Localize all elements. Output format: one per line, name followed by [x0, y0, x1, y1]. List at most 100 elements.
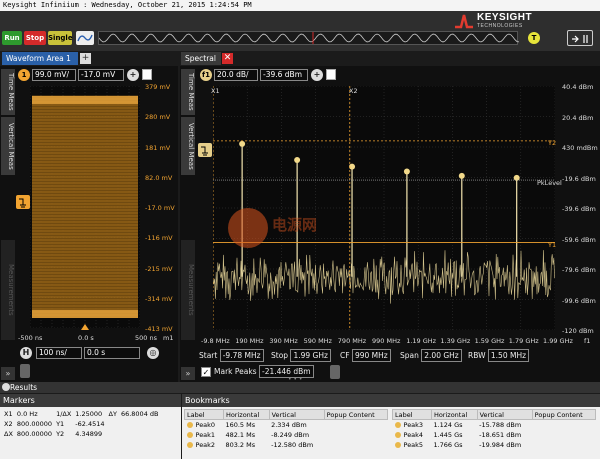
bookmark-cell	[324, 430, 387, 440]
bookmark-row[interactable]: Peak5 1.766 Gs -19.984 dBm	[393, 440, 596, 450]
spectral-side-tab-vertical-meas[interactable]: Vertical Meas	[181, 117, 195, 175]
bookmark-row[interactable]: Peak1 482.1 Ms -8.249 dBm	[185, 430, 388, 440]
cf-label: CF	[340, 351, 350, 360]
autoscale-icon	[77, 34, 93, 42]
mark-peaks-value[interactable]: -21.446 dBm	[259, 365, 314, 378]
mark-peaks-checkbox[interactable]: ✓	[201, 367, 211, 377]
horizontal-icon[interactable]: H	[20, 347, 32, 359]
span-control[interactable]: Span 2.00 GHz	[400, 349, 462, 362]
spectral-side-tab-time-meas[interactable]: Time Meas	[181, 69, 195, 115]
bookmark-column-header[interactable]: Vertical	[476, 409, 533, 420]
tab-waveform-area[interactable]: Waveform Area 1	[2, 52, 78, 65]
spectral-y-tick: -79.6 dBm	[562, 266, 596, 274]
horizontal-scale-field[interactable]: 100 ns/	[36, 347, 82, 359]
touch-icon	[572, 35, 588, 43]
spectrum-peak-dot[interactable]	[294, 157, 301, 164]
rbw-value[interactable]: 1.50 MHz	[487, 349, 530, 362]
bookmark-column-header[interactable]: Popup Content	[531, 409, 597, 420]
trigger-point-marker[interactable]	[81, 324, 89, 330]
bookmark-cell: Peak0	[185, 420, 224, 430]
spectral-x-tick: 1.59 GHz	[474, 337, 505, 345]
spectral-knob-icon[interactable]	[330, 365, 340, 379]
markers-table: X1 0.0 Hz 1/ΔX 1.25000 ΔY 66.8004 dB X2 800.000…	[2, 409, 160, 439]
start-value[interactable]: -9.78 MHz	[219, 349, 264, 362]
zoom-icon[interactable]: ◎	[147, 347, 159, 359]
span-label: Span	[400, 351, 419, 360]
spectral-x-tick: 790 MHz	[337, 337, 367, 345]
bookmark-row[interactable]: Peak3 1.124 Gs -15.788 dBm	[393, 420, 596, 430]
bookmark-column-header[interactable]: Horizontal	[430, 409, 478, 420]
expand-left-button[interactable]: »	[1, 367, 15, 380]
spectral-x-tick: 190 MHz	[235, 337, 264, 345]
horizontal-delay-field[interactable]: 0.0 s	[84, 347, 140, 359]
bookmark-column-header[interactable]: Horizontal	[222, 409, 270, 420]
side-tab-time-meas[interactable]: Time Meas	[1, 69, 15, 115]
start-control[interactable]: Start -9.78 MHz	[199, 349, 264, 362]
tab-spectral[interactable]: Spectral	[181, 52, 221, 65]
spectral-side-tab-measurements[interactable]: Measurements	[181, 240, 195, 340]
touch-toggle-button[interactable]	[567, 30, 593, 46]
brand-logo: KEYSIGHT TECHNOLOGIES	[455, 12, 575, 32]
bookmark-cell: 803.2 Ms	[225, 440, 256, 449]
bookmark-column-header[interactable]: Label	[184, 409, 224, 420]
bookmark-column-header[interactable]: Popup Content	[323, 409, 389, 420]
marker-cell	[119, 429, 161, 439]
bookmark-row[interactable]: Peak0 160.5 Ms 2.334 dBm	[185, 420, 388, 430]
bookmark-dot-icon	[186, 431, 193, 438]
spectrum-peak-dot[interactable]	[513, 174, 520, 181]
autoscale-button[interactable]	[76, 31, 94, 45]
channel-ground-marker[interactable]	[16, 195, 30, 209]
stop-control[interactable]: Stop 1.99 GHz	[271, 349, 331, 362]
acquisition-ribbon[interactable]	[98, 31, 520, 45]
waveform-offset-field[interactable]: -17.0 mV	[78, 69, 124, 81]
spectrum-plot[interactable]	[213, 86, 555, 330]
spectrum-peak-dot[interactable]	[403, 168, 410, 175]
function-ground-marker[interactable]	[198, 143, 212, 157]
start-label: Start	[199, 351, 218, 360]
expand-spectral-button[interactable]: »	[181, 367, 195, 380]
keysight-wave-icon	[455, 14, 473, 29]
trigger-icon[interactable]: T	[528, 32, 540, 44]
bookmark-row[interactable]: Peak4 1.445 Gs -18.651 dBm	[393, 430, 596, 440]
function-1-icon[interactable]: f1	[200, 69, 212, 81]
spectral-add-button[interactable]: +	[311, 69, 323, 81]
bookmark-column-header[interactable]: Label	[392, 409, 432, 420]
bookmark-label: Peak5	[403, 440, 424, 449]
single-button[interactable]: Single	[48, 31, 73, 45]
spectrum-peak-dot[interactable]	[458, 172, 465, 179]
side-tab-measurements[interactable]: Measurements	[1, 240, 15, 340]
left-knob-icon[interactable]	[20, 364, 30, 378]
watermark-text: 电源网	[272, 216, 318, 234]
brand-sub: TECHNOLOGIES	[477, 23, 523, 29]
cf-control[interactable]: CF 990 MHz	[340, 349, 391, 362]
stop-label: Stop	[271, 351, 289, 360]
stop-button[interactable]: Stop	[24, 31, 46, 45]
run-button[interactable]: Run	[2, 31, 22, 45]
marker-cell: ΔX	[4, 430, 13, 438]
rbw-control[interactable]: RBW 1.50 MHz	[468, 349, 530, 362]
spectral-offset-field[interactable]: -39.6 dBm	[260, 69, 308, 81]
spectral-menu-icon[interactable]	[326, 69, 336, 80]
channel-1-icon[interactable]: 1	[18, 69, 30, 81]
bookmark-column-header[interactable]: Vertical	[268, 409, 325, 420]
waveform-scale-field[interactable]: 99.0 mV/	[32, 69, 76, 81]
waveform-y-tick: 379 mV	[145, 83, 171, 91]
marker-cell: 800.00000	[16, 420, 53, 428]
rbw-label: RBW	[468, 351, 486, 360]
spectrum-peak-dot[interactable]	[239, 140, 246, 147]
results-header[interactable]: Results	[0, 382, 600, 393]
add-tab-button[interactable]: +	[80, 53, 91, 64]
bookmark-label: Peak1	[195, 430, 216, 439]
stop-value[interactable]: 1.99 GHz	[290, 349, 331, 362]
bookmark-row[interactable]: Peak2 803.2 Ms -12.580 dBm	[185, 440, 388, 450]
waveform-menu-icon[interactable]	[142, 69, 152, 80]
waveform-add-button[interactable]: +	[127, 69, 139, 81]
close-tab-button[interactable]: ✕	[222, 53, 233, 64]
spectral-x-tick: -9.8 MHz	[201, 337, 230, 345]
span-value[interactable]: 2.00 GHz	[421, 349, 462, 362]
side-tab-vertical-meas[interactable]: Vertical Meas	[1, 117, 15, 175]
waveform-plot[interactable]	[30, 86, 140, 328]
spectral-f1-marker: f1	[584, 337, 591, 345]
cf-value[interactable]: 990 MHz	[351, 349, 391, 362]
spectral-scale-field[interactable]: 20.0 dB/	[214, 69, 258, 81]
